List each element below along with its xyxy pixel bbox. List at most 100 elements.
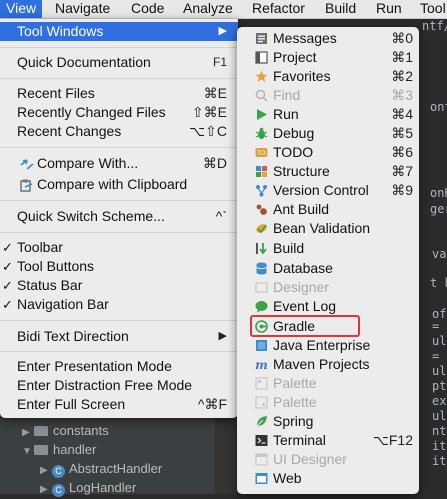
tw-palette-item[interactable]: Palette xyxy=(237,374,419,393)
terminal-icon xyxy=(255,434,268,447)
tw-find-item[interactable]: Find ⌘3 xyxy=(237,86,419,105)
menu-analyze[interactable]: Analyze xyxy=(183,0,233,18)
full-screen-item[interactable]: Enter Full Screen ^⌘F xyxy=(0,395,238,414)
tool-buttons-item[interactable]: ✓ Tool Buttons xyxy=(0,257,238,276)
menu-item-label: Find xyxy=(273,87,301,103)
tw-java-enterprise-item[interactable]: Java Enterprise xyxy=(237,336,419,355)
tw-maven-projects-item[interactable]: m Maven Projects xyxy=(237,355,419,374)
menu-run[interactable]: Run xyxy=(376,0,402,18)
tw-messages-item[interactable]: Messages ⌘0 xyxy=(237,29,419,48)
shortcut-text: ⌘4 xyxy=(391,106,413,122)
tw-project-item[interactable]: Project ⌘1 xyxy=(237,48,419,67)
compare-clipboard-item[interactable]: Compare with Clipboard xyxy=(0,175,238,194)
collapse-arrow-icon[interactable]: ▼ xyxy=(22,442,34,461)
tree-item-handler[interactable]: ▼ handler xyxy=(22,440,96,459)
tw-bean-validation-item[interactable]: Bean Validation xyxy=(237,219,419,238)
tw-ant-build-item[interactable]: Ant Build xyxy=(237,200,419,219)
tw-spring-item[interactable]: Spring xyxy=(237,412,419,431)
menu-item-label: Project xyxy=(273,49,317,65)
star-icon xyxy=(255,70,268,83)
tw-todo-item[interactable]: TO TODO ⌘6 xyxy=(237,143,419,162)
todo-icon: TO xyxy=(255,146,268,159)
tw-database-item[interactable]: Database xyxy=(237,259,419,278)
code-fragment: ult xyxy=(432,334,447,348)
menu-code[interactable]: Code xyxy=(131,0,164,18)
palette-icon xyxy=(255,396,268,409)
submenu-arrow-icon: ▶ xyxy=(218,330,227,342)
menu-item-label: Toolbar xyxy=(17,239,63,255)
quick-switch-scheme-item[interactable]: Quick Switch Scheme... ^` xyxy=(0,207,238,226)
presentation-mode-item[interactable]: Enter Presentation Mode xyxy=(0,357,238,376)
menu-separator xyxy=(0,351,238,352)
tree-item-label: LogHandler xyxy=(69,480,137,495)
menu-item-label: Enter Distraction Free Mode xyxy=(17,377,193,393)
status-bar-item[interactable]: ✓ Status Bar xyxy=(0,276,238,295)
spring-icon xyxy=(255,415,268,428)
code-fragment: ntf/r xyxy=(422,19,447,33)
tw-structure-item[interactable]: Structure ⌘7 xyxy=(237,162,419,181)
tw-run-item[interactable]: Run ⌘4 xyxy=(237,105,419,124)
navigation-bar-item[interactable]: ✓ Navigation Bar xyxy=(0,295,238,314)
tree-item-log-handler[interactable]: ▶ C LogHandler xyxy=(40,478,136,497)
menu-item-label: Messages xyxy=(273,30,337,46)
menu-item-label: Quick Switch Scheme... xyxy=(17,208,165,224)
database-icon xyxy=(255,262,268,275)
menu-item-label: Bean Validation xyxy=(273,220,371,236)
shortcut-text: ^⌘F xyxy=(197,396,227,412)
tw-terminal-item[interactable]: Terminal ⌥F12 xyxy=(237,431,419,450)
quick-documentation-item[interactable]: Quick Documentation F1 xyxy=(0,53,238,72)
recently-changed-files-item[interactable]: Recently Changed Files ⇧⌘E xyxy=(0,103,238,122)
tool-windows-item[interactable]: Tool Windows ▶ xyxy=(0,22,238,41)
menu-item-label: Build xyxy=(273,240,305,256)
svg-text:TO: TO xyxy=(256,150,266,157)
palette-icon xyxy=(255,377,268,390)
menu-item-label: Enter Presentation Mode xyxy=(17,358,172,374)
recent-changes-item[interactable]: Recent Changes ⌥⇧C xyxy=(0,122,238,141)
find-icon xyxy=(255,89,268,102)
menu-item-label: Terminal xyxy=(273,432,326,448)
menu-separator xyxy=(0,47,238,48)
menu-view[interactable]: View xyxy=(0,0,43,18)
tw-web-item[interactable]: Web xyxy=(237,469,419,488)
menu-item-label: Ant Build xyxy=(273,201,330,217)
distraction-free-mode-item[interactable]: Enter Distraction Free Mode xyxy=(0,376,238,395)
menu-refactor[interactable]: Refactor xyxy=(252,0,305,18)
toolbar-item[interactable]: ✓ Toolbar xyxy=(0,238,238,257)
menu-separator xyxy=(0,200,238,201)
tw-debug-item[interactable]: Debug ⌘5 xyxy=(237,124,419,143)
designer-icon xyxy=(255,281,268,294)
tw-palette-item-2[interactable]: Palette xyxy=(237,393,419,412)
expand-arrow-icon[interactable]: ▶ xyxy=(40,480,52,499)
tw-favorites-item[interactable]: Favorites ⌘2 xyxy=(237,67,419,86)
code-fragment: ult xyxy=(432,364,447,378)
compare-icon xyxy=(20,157,34,176)
menu-item-label: Debug xyxy=(273,125,315,141)
tw-version-control-item[interactable]: Version Control ⌘9 xyxy=(237,181,419,200)
run-icon xyxy=(255,108,268,121)
menu-bar: View Navigate Code Analyze Refactor Buil… xyxy=(0,0,447,19)
tw-event-log-item[interactable]: Event Log xyxy=(237,297,419,316)
menu-build[interactable]: Build xyxy=(325,0,356,18)
menu-item-label: Spring xyxy=(273,413,314,429)
menu-item-label: Java Enterprise xyxy=(273,337,371,353)
menu-navigate[interactable]: Navigate xyxy=(55,0,110,18)
shortcut-text: ⌘6 xyxy=(391,144,413,160)
compare-with-item[interactable]: Compare With... ⌘D xyxy=(0,154,238,173)
tree-item-abstract-handler[interactable]: ▶ C AbstractHandler xyxy=(40,459,162,478)
clipboard-icon xyxy=(20,178,33,197)
menu-item-label: Structure xyxy=(273,163,330,179)
tree-item-constants[interactable]: ▶ constants xyxy=(22,421,109,440)
tw-build-item[interactable]: Build xyxy=(237,239,419,258)
menu-item-label: Recent Files xyxy=(17,85,95,101)
tw-ui-designer-item[interactable]: UI Designer xyxy=(237,450,419,469)
project-icon xyxy=(255,51,268,64)
menu-item-label: Tool Windows xyxy=(17,23,104,39)
bidi-text-direction-item[interactable]: Bidi Text Direction ▶ xyxy=(0,327,238,346)
build-icon xyxy=(255,242,268,255)
menu-tools[interactable]: Tool xyxy=(420,0,446,18)
tw-designer-item[interactable]: Designer xyxy=(237,278,419,297)
recent-files-item[interactable]: Recent Files ⌘E xyxy=(0,84,238,103)
checkmark-icon: ✓ xyxy=(2,259,13,274)
checkmark-icon: ✓ xyxy=(2,278,13,293)
shortcut-text: ⌘5 xyxy=(391,125,413,141)
